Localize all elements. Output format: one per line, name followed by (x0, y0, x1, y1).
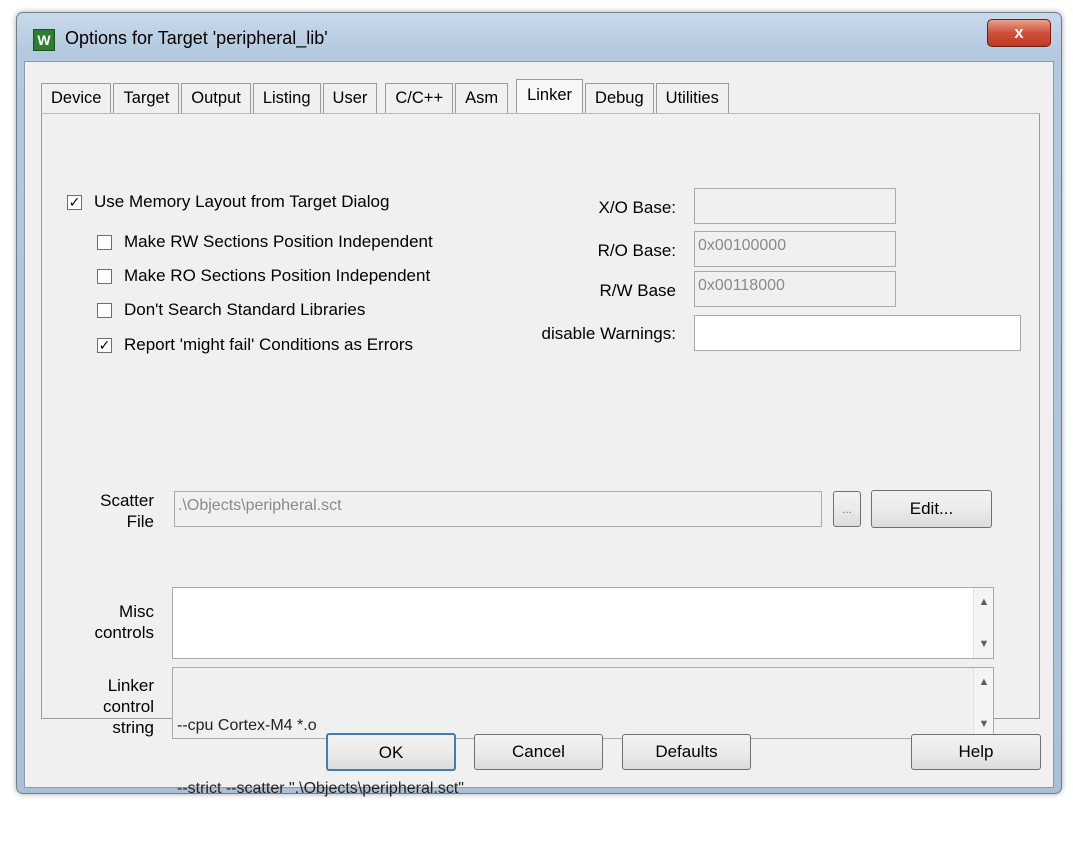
disable-warnings-input[interactable] (694, 315, 1021, 351)
checkbox-box[interactable]: ✓ (97, 337, 112, 353)
scatter-file-label: Scatter File (82, 490, 154, 532)
checkbox-label: Report 'might fail' Conditions as Errors (124, 335, 413, 354)
scroll-down-icon[interactable]: ▼ (974, 718, 994, 730)
scroll-down-icon[interactable]: ▼ (974, 638, 994, 650)
tab-strip: Device Target Output Listing User C/C++ … (41, 79, 731, 113)
checkbox-label: Use Memory Layout from Target Dialog (94, 192, 390, 211)
tab-asm[interactable]: Asm (455, 83, 509, 113)
control-label-line1: Linker (107, 676, 154, 695)
defaults-button[interactable]: Defaults (622, 734, 751, 770)
checkbox-box[interactable] (97, 268, 112, 284)
xo-base-label: X/O Base: (598, 198, 676, 217)
rw-independent-checkbox[interactable]: Make RW Sections Position Independent (97, 232, 433, 252)
rw-base-label: R/W Base (599, 281, 676, 300)
use-memory-layout-checkbox[interactable]: ✓ Use Memory Layout from Target Dialog (67, 192, 389, 212)
no-std-libs-checkbox[interactable]: Don't Search Standard Libraries (97, 300, 365, 320)
scatter-label-line1: Scatter (100, 491, 154, 510)
misc-controls-input[interactable]: ▲ ▼ (172, 587, 994, 659)
ro-base-field[interactable]: 0x00100000 (694, 231, 896, 267)
tab-c-cpp[interactable]: C/C++ (385, 83, 454, 113)
checkbox-label: Don't Search Standard Libraries (124, 300, 366, 319)
close-icon[interactable]: x (987, 19, 1051, 47)
tab-utilities[interactable]: Utilities (655, 83, 729, 113)
checkbox-label: Make RW Sections Position Independent (124, 232, 433, 251)
title-bar[interactable]: W Options for Target 'peripheral_lib' x (17, 13, 1061, 61)
checkbox-box[interactable] (97, 302, 112, 318)
checkbox-box[interactable] (97, 234, 112, 250)
scatter-label-line2: File (126, 512, 154, 531)
uvision-app-icon: W (33, 29, 55, 51)
ro-independent-checkbox[interactable]: Make RO Sections Position Independent (97, 266, 430, 286)
tab-listing[interactable]: Listing (252, 83, 321, 113)
disable-warnings-label: disable Warnings: (541, 324, 677, 343)
checkbox-label: Make RO Sections Position Independent (124, 266, 431, 285)
tab-target[interactable]: Target (113, 83, 180, 113)
control-label-line2: control (102, 697, 154, 716)
misc-label-line1: Misc (119, 602, 154, 621)
options-dialog: W Options for Target 'peripheral_lib' x … (16, 12, 1062, 797)
window-title: Options for Target 'peripheral_lib' (65, 28, 328, 48)
might-fail-errors-checkbox[interactable]: ✓ Report 'might fail' Conditions as Erro… (97, 335, 413, 355)
rw-base-field[interactable]: 0x00118000 (694, 271, 896, 307)
ro-base-label: R/O Base: (597, 241, 676, 260)
ok-button[interactable]: OK (326, 733, 456, 771)
tab-linker[interactable]: Linker (516, 79, 584, 113)
misc-scrollbar[interactable]: ▲ ▼ (973, 588, 993, 658)
cancel-button[interactable]: Cancel (474, 734, 603, 770)
scatter-browse-button[interactable]: ... (833, 491, 861, 527)
tab-output[interactable]: Output (181, 83, 251, 113)
misc-label-line2: controls (94, 623, 154, 642)
scatter-file-field[interactable]: .\Objects\peripheral.sct (174, 491, 822, 527)
help-button[interactable]: Help (911, 734, 1041, 770)
dialog-client-area: Device Target Output Listing User C/C++ … (24, 61, 1054, 797)
scroll-up-icon[interactable]: ▲ (974, 676, 994, 688)
tab-debug[interactable]: Debug (585, 83, 654, 113)
control-label-line3: string (112, 718, 154, 737)
misc-controls-label: Misc controls (72, 601, 154, 643)
checkbox-box[interactable]: ✓ (67, 194, 82, 210)
control-string-line2: --strict --scatter ".\Objects\peripheral… (177, 780, 464, 797)
linker-control-string-box[interactable]: --cpu Cortex-M4 *.o --strict --scatter "… (172, 667, 994, 797)
tab-device[interactable]: Device (41, 83, 112, 113)
tab-user[interactable]: User (322, 83, 378, 113)
xo-base-field[interactable] (694, 188, 896, 224)
linker-panel: ✓ Use Memory Layout from Target Dialog M… (41, 113, 1040, 797)
scroll-up-icon[interactable]: ▲ (974, 596, 994, 608)
control-string-scrollbar[interactable]: ▲ ▼ (973, 668, 993, 738)
scatter-edit-button[interactable]: Edit... (871, 490, 992, 528)
linker-control-string-label: Linker control string (72, 675, 154, 738)
